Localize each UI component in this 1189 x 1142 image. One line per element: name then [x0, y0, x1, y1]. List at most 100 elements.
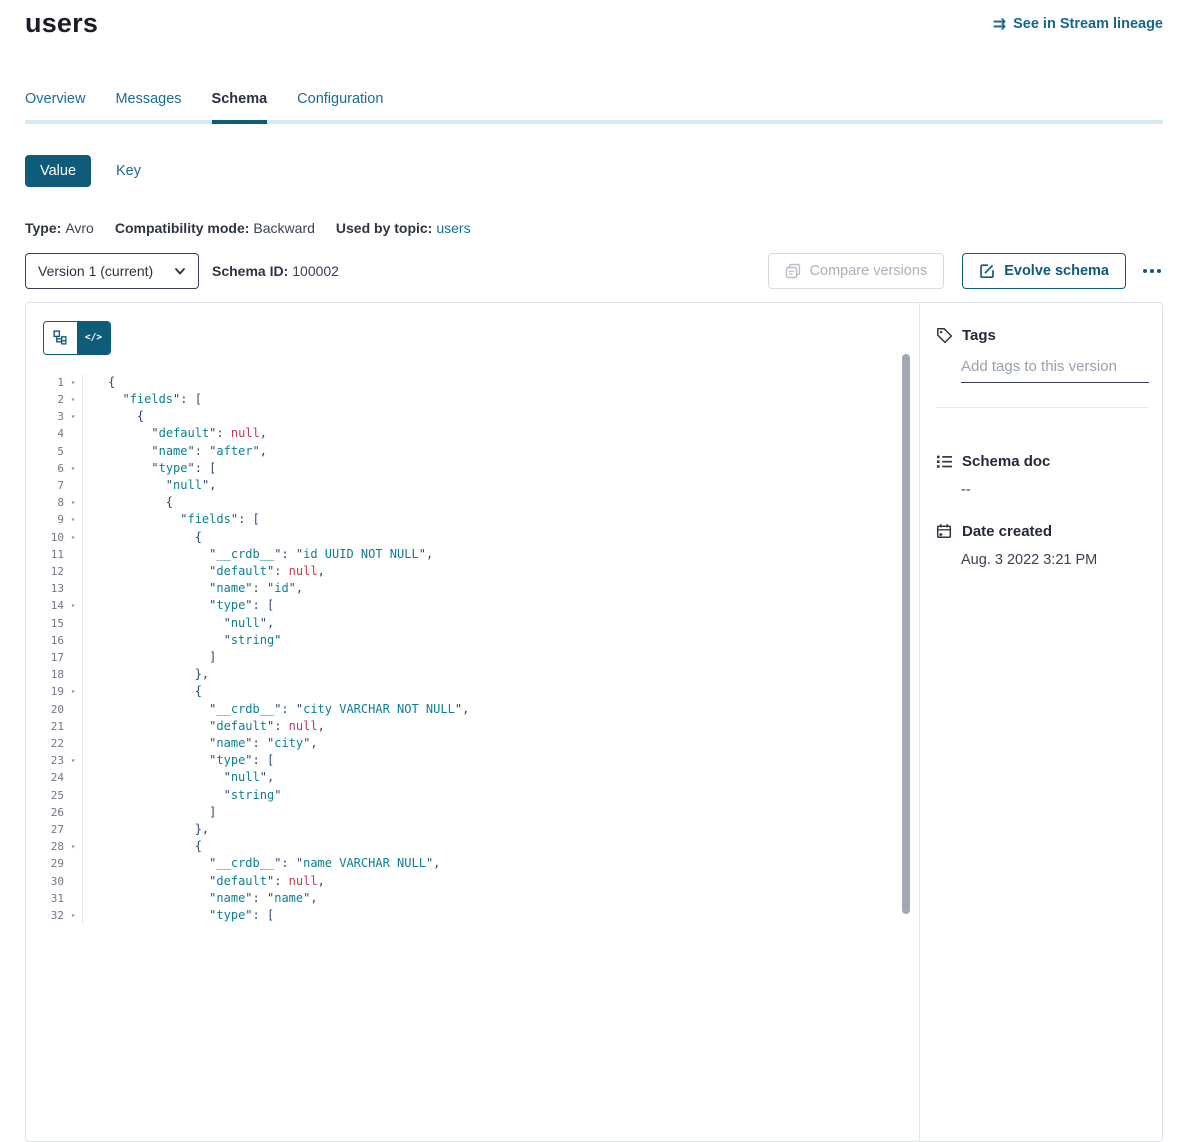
date-created-heading: Date created: [936, 523, 1149, 540]
code-line: 24 "null",: [26, 769, 919, 786]
code-text: "null",: [83, 615, 274, 632]
fold-arrow[interactable]: ▾: [64, 752, 83, 769]
line-number: 28: [26, 838, 64, 855]
fold-gutter: [64, 425, 83, 442]
tab-overview[interactable]: Overview: [25, 91, 85, 120]
fold-arrow[interactable]: ▾: [64, 374, 83, 391]
more-options-button[interactable]: [1141, 263, 1163, 279]
topic-link[interactable]: users: [436, 220, 470, 236]
editor-scrollbar[interactable]: [902, 354, 910, 914]
fold-gutter: [64, 666, 83, 683]
tags-input[interactable]: [961, 358, 1149, 383]
evolve-schema-label: Evolve schema: [1004, 263, 1109, 279]
code-text: ]: [83, 804, 216, 821]
code-line: 30 "default": null,: [26, 873, 919, 890]
line-number: 4: [26, 425, 64, 442]
code-text: "default": null,: [83, 718, 325, 735]
tree-view-button[interactable]: [44, 322, 77, 354]
version-bar: Version 1 (current) Schema ID:100002 Com…: [25, 253, 1163, 289]
code-line: 20 "__crdb__": "city VARCHAR NOT NULL",: [26, 701, 919, 718]
fold-gutter: [64, 855, 83, 872]
version-select[interactable]: Version 1 (current): [25, 253, 199, 289]
stream-lineage-link[interactable]: ⇉ See in Stream lineage: [993, 16, 1163, 32]
tag-icon: [936, 327, 953, 344]
code-text: },: [83, 821, 209, 838]
calendar-plus-icon: [936, 523, 953, 540]
value-toggle-button[interactable]: Value: [25, 155, 91, 187]
fold-arrow[interactable]: ▾: [64, 408, 83, 425]
fold-gutter: [64, 735, 83, 752]
code-line: 13 "name": "id",: [26, 580, 919, 597]
tab-configuration[interactable]: Configuration: [297, 91, 383, 120]
schema-id-label: Schema ID:: [212, 263, 288, 279]
topic-label: Used by topic:: [336, 220, 432, 236]
key-toggle-link[interactable]: Key: [116, 163, 141, 179]
fold-gutter: [64, 701, 83, 718]
code-text: "name": "name",: [83, 890, 318, 907]
evolve-schema-button[interactable]: Evolve schema: [962, 253, 1126, 289]
schema-panel: </> 1▾{2▾ "fields": [3▾ {4 "default": nu…: [25, 302, 1163, 1142]
code-text: {: [83, 374, 115, 391]
code-line: 27 },: [26, 821, 919, 838]
line-number: 5: [26, 443, 64, 460]
fold-arrow[interactable]: ▾: [64, 511, 83, 528]
schema-type: Type:Avro: [25, 220, 94, 236]
code-view-icon: </>: [85, 332, 102, 343]
schema-doc-title: Schema doc: [962, 453, 1050, 470]
line-number: 23: [26, 752, 64, 769]
code-line: 17 ]: [26, 649, 919, 666]
line-number: 20: [26, 701, 64, 718]
code-text: "__crdb__": "name VARCHAR NULL",: [83, 855, 440, 872]
code-line: 8▾ {: [26, 494, 919, 511]
code-text: "name": "id",: [83, 580, 303, 597]
fold-arrow[interactable]: ▾: [64, 460, 83, 477]
date-created-section: Date created Aug. 3 2022 3:21 PM: [936, 523, 1149, 568]
fold-gutter: [64, 718, 83, 735]
code-text: "null",: [83, 477, 216, 494]
line-number: 11: [26, 546, 64, 563]
line-number: 14: [26, 597, 64, 614]
compare-versions-button[interactable]: Compare versions: [768, 253, 945, 289]
schema-editor: </> 1▾{2▾ "fields": [3▾ {4 "default": nu…: [26, 303, 919, 1141]
line-number: 15: [26, 615, 64, 632]
line-number: 1: [26, 374, 64, 391]
editor-view-toggle: </>: [43, 321, 111, 355]
line-number: 18: [26, 666, 64, 683]
code-text: "default": null,: [83, 425, 267, 442]
code-line: 12 "default": null,: [26, 563, 919, 580]
fold-gutter: [64, 580, 83, 597]
fold-arrow[interactable]: ▾: [64, 683, 83, 700]
line-number: 26: [26, 804, 64, 821]
schema-sidebar: Tags Schema doc -- Date created Aug. 3 2…: [919, 303, 1162, 1141]
line-number: 2: [26, 391, 64, 408]
code-text: {: [83, 838, 202, 855]
code-lines: 1▾{2▾ "fields": [3▾ {4 "default": null,5…: [26, 374, 919, 925]
line-number: 6: [26, 460, 64, 477]
code-text: ]: [83, 649, 216, 666]
tab-schema[interactable]: Schema: [212, 91, 268, 120]
code-text: "type": [: [83, 460, 216, 477]
schema-doc-heading: Schema doc: [936, 453, 1149, 470]
fold-gutter: [64, 821, 83, 838]
stream-lineage-label: See in Stream lineage: [1013, 16, 1163, 32]
compare-versions-label: Compare versions: [810, 263, 928, 279]
ellipsis-icon: [1143, 269, 1161, 273]
fold-gutter: [64, 873, 83, 890]
fold-arrow[interactable]: ▾: [64, 529, 83, 546]
fold-gutter: [64, 649, 83, 666]
line-number: 27: [26, 821, 64, 838]
code-view-button[interactable]: </>: [77, 322, 110, 354]
fold-arrow[interactable]: ▾: [64, 391, 83, 408]
line-number: 9: [26, 511, 64, 528]
line-number: 8: [26, 494, 64, 511]
tab-messages[interactable]: Messages: [115, 91, 181, 120]
fold-arrow[interactable]: ▾: [64, 838, 83, 855]
code-line: 1▾{: [26, 374, 919, 391]
tree-view-icon: [53, 330, 68, 345]
tags-section: Tags: [936, 327, 1149, 408]
line-number: 31: [26, 890, 64, 907]
fold-arrow[interactable]: ▾: [64, 597, 83, 614]
line-number: 12: [26, 563, 64, 580]
fold-arrow[interactable]: ▾: [64, 494, 83, 511]
code-line: 18 },: [26, 666, 919, 683]
